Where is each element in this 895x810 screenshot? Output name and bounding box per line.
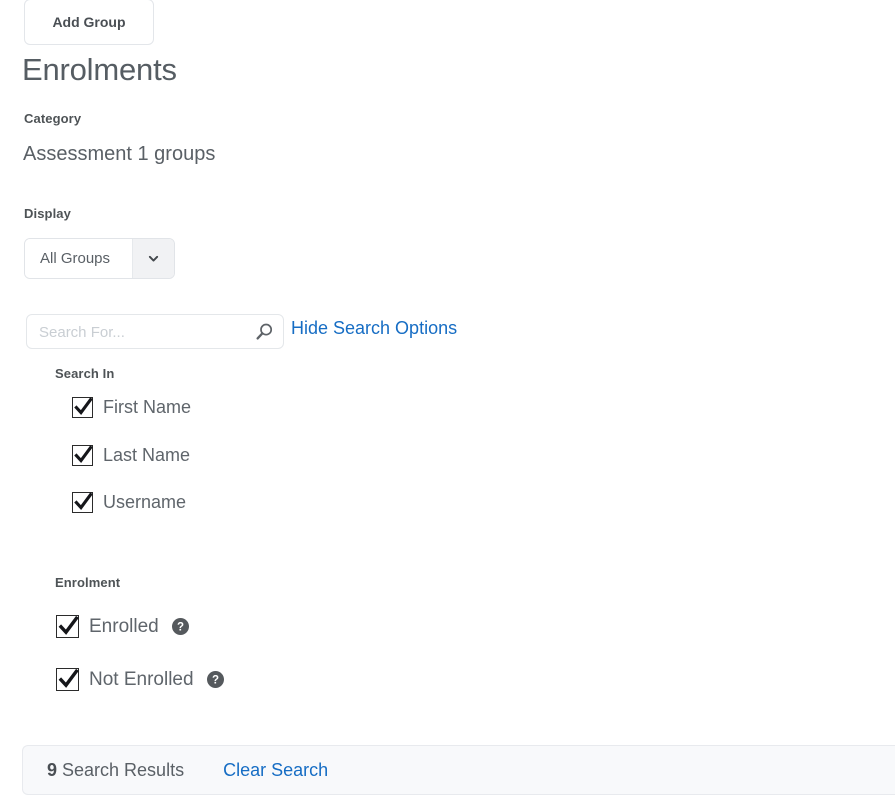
help-icon[interactable]: ? — [171, 618, 189, 635]
clear-search-link[interactable]: Clear Search — [223, 760, 328, 781]
checkbox-enrolled[interactable] — [56, 615, 79, 638]
display-label: Display — [24, 206, 71, 221]
search-icon[interactable] — [251, 319, 277, 345]
search-results-count: 9 Search Results — [47, 760, 184, 781]
checkbox-username[interactable] — [72, 492, 93, 513]
checkbox-last-name[interactable] — [72, 445, 93, 466]
checkbox-label-enrolled: Enrolled — [89, 615, 159, 637]
display-select-value: All Groups — [25, 239, 132, 278]
category-value: Assessment 1 groups — [23, 143, 216, 165]
search-input[interactable] — [37, 315, 253, 350]
checkbox-not-enrolled[interactable] — [56, 668, 79, 691]
checkbox-row-enrolled[interactable]: Enrolled ? — [56, 615, 189, 638]
checkbox-row-username[interactable]: Username — [72, 492, 186, 513]
hide-search-options-link[interactable]: Hide Search Options — [291, 318, 457, 339]
checkbox-label-last-name: Last Name — [103, 445, 191, 465]
search-box — [26, 314, 284, 350]
checkbox-row-last-name[interactable]: Last Name — [72, 445, 190, 466]
category-label: Category — [24, 111, 82, 126]
svg-text:?: ? — [212, 675, 219, 687]
checkbox-label-username: Username — [103, 492, 187, 512]
chevron-down-icon — [132, 239, 174, 278]
search-results-bar: 9 Search Results Clear Search — [22, 745, 895, 795]
svg-text:?: ? — [177, 622, 184, 634]
add-group-button[interactable]: Add Group — [24, 0, 154, 45]
search-results-number: 9 — [47, 759, 58, 780]
checkbox-label-not-enrolled: Not Enrolled — [89, 668, 194, 690]
checkbox-label-first-name: First Name — [103, 397, 192, 417]
checkbox-row-not-enrolled[interactable]: Not Enrolled ? — [56, 668, 224, 691]
search-in-label: Search In — [55, 366, 115, 381]
display-select[interactable]: All Groups — [24, 238, 175, 279]
enrolment-label: Enrolment — [55, 575, 121, 590]
help-icon[interactable]: ? — [206, 671, 224, 688]
checkbox-first-name[interactable] — [72, 397, 93, 418]
search-results-text: Search Results — [57, 759, 185, 780]
checkbox-row-first-name[interactable]: First Name — [72, 397, 191, 418]
page-title: Enrolments — [22, 52, 177, 87]
